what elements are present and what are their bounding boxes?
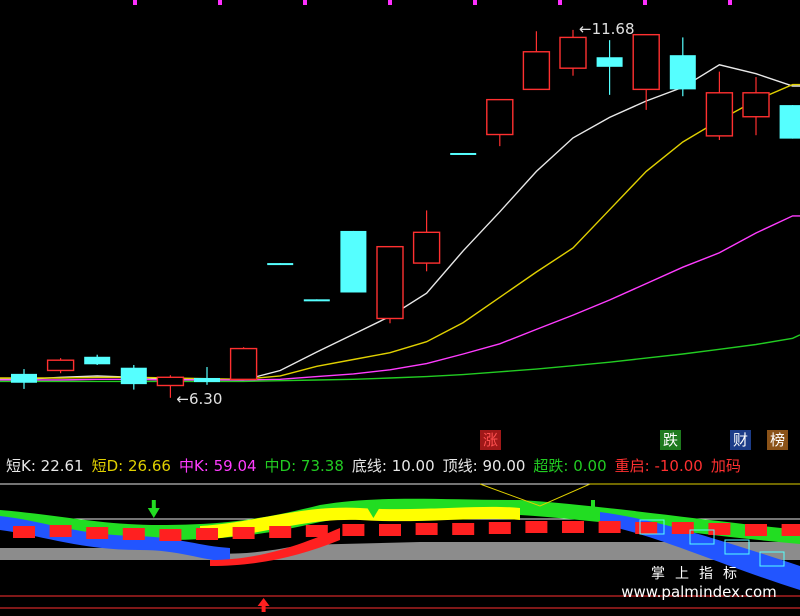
tag-die[interactable]: 跌 bbox=[660, 430, 682, 450]
histogram-bar bbox=[49, 525, 72, 537]
top-tick bbox=[303, 0, 307, 5]
histogram-bar bbox=[452, 523, 475, 535]
histogram-bar bbox=[745, 524, 767, 536]
candle-up bbox=[486, 98, 514, 136]
histogram-bar bbox=[379, 524, 401, 536]
candle-down bbox=[303, 299, 330, 302]
candle-down bbox=[194, 377, 220, 383]
top-tick bbox=[133, 0, 137, 5]
top-tick bbox=[643, 0, 647, 5]
candle-down bbox=[779, 105, 800, 139]
top-tick bbox=[388, 0, 392, 5]
histogram-bar bbox=[708, 523, 731, 535]
histogram-bar bbox=[488, 522, 511, 534]
candle-down bbox=[340, 230, 367, 293]
indicator-values-row: 短K: 22.61 短D: 26.66 中K: 59.04 中D: 73.38 底线: … bbox=[6, 455, 749, 477]
top-tick bbox=[473, 0, 477, 5]
indicator-value: 中K: 59.04 bbox=[178, 457, 257, 475]
histogram-bar bbox=[269, 526, 292, 538]
price-annotation: ←11.68 bbox=[579, 20, 635, 38]
histogram-bar bbox=[232, 527, 255, 539]
candle-down bbox=[84, 356, 111, 365]
histogram-bar bbox=[122, 528, 145, 540]
down-arrow-icon bbox=[147, 500, 160, 518]
watermark: 掌上指标 www.palmindex.com bbox=[604, 565, 794, 601]
histogram-bar bbox=[781, 524, 800, 536]
histogram-bar bbox=[562, 521, 584, 533]
histogram-bar bbox=[305, 525, 328, 537]
indicator-value: 超跌: 0.00 bbox=[533, 457, 607, 475]
watermark-url: www.palmindex.com bbox=[621, 583, 777, 601]
histogram-bar bbox=[342, 524, 365, 536]
candle-up bbox=[376, 245, 404, 320]
top-tick bbox=[728, 0, 732, 5]
candle-up bbox=[705, 92, 734, 137]
indicator-value: 底线: 10.00 bbox=[351, 457, 435, 475]
indicator-value: 加码 bbox=[710, 457, 741, 475]
indicator-value: 顶线: 90.00 bbox=[442, 457, 526, 475]
ma-line-2 bbox=[0, 83, 800, 381]
histogram-bar bbox=[159, 529, 182, 541]
candle-up bbox=[632, 33, 660, 91]
candle-up bbox=[559, 36, 587, 69]
candle-up bbox=[156, 376, 185, 387]
candle-down bbox=[450, 152, 477, 155]
histogram-bar bbox=[525, 521, 548, 533]
histogram-bar bbox=[13, 526, 35, 538]
histogram-bar bbox=[635, 522, 658, 534]
candles bbox=[11, 29, 800, 398]
up-arrow-icon bbox=[257, 598, 270, 612]
candle-down bbox=[596, 57, 623, 67]
price-annotation: ←6.30 bbox=[176, 390, 222, 408]
tag-cai[interactable]: 财 bbox=[730, 430, 752, 450]
top-tick bbox=[558, 0, 562, 5]
candle-down bbox=[669, 55, 696, 90]
indicator-value: 短K: 22.61 bbox=[6, 457, 84, 475]
ma-lines bbox=[0, 64, 800, 383]
tag-bang[interactable]: 榜 bbox=[767, 430, 789, 450]
top-ticks bbox=[133, 0, 732, 5]
ma-line-1 bbox=[0, 64, 800, 381]
candle-up bbox=[412, 231, 441, 264]
ma-line-4 bbox=[0, 334, 800, 383]
candle-up bbox=[229, 347, 258, 381]
histogram-bar bbox=[415, 523, 438, 535]
top-tick bbox=[218, 0, 222, 5]
stock-chart: ←6.30 ←11.68 bbox=[0, 0, 800, 612]
histogram-bar bbox=[86, 527, 109, 539]
tag-zhang[interactable]: 涨 bbox=[480, 430, 502, 450]
candle-down bbox=[11, 373, 37, 383]
candle-up bbox=[742, 92, 770, 118]
candle-down bbox=[120, 367, 147, 385]
histogram-bar bbox=[598, 521, 621, 533]
histogram-bar bbox=[196, 528, 218, 540]
indicator-value: 中D: 73.38 bbox=[264, 457, 344, 475]
candle-down bbox=[267, 263, 294, 266]
indicator-value: 重启: -10.00 bbox=[614, 457, 703, 475]
watermark-title: 掌上指标 bbox=[651, 566, 747, 582]
candle-up bbox=[46, 359, 75, 372]
candle-up bbox=[522, 51, 551, 91]
indicator-value: 短D: 26.66 bbox=[91, 457, 171, 475]
